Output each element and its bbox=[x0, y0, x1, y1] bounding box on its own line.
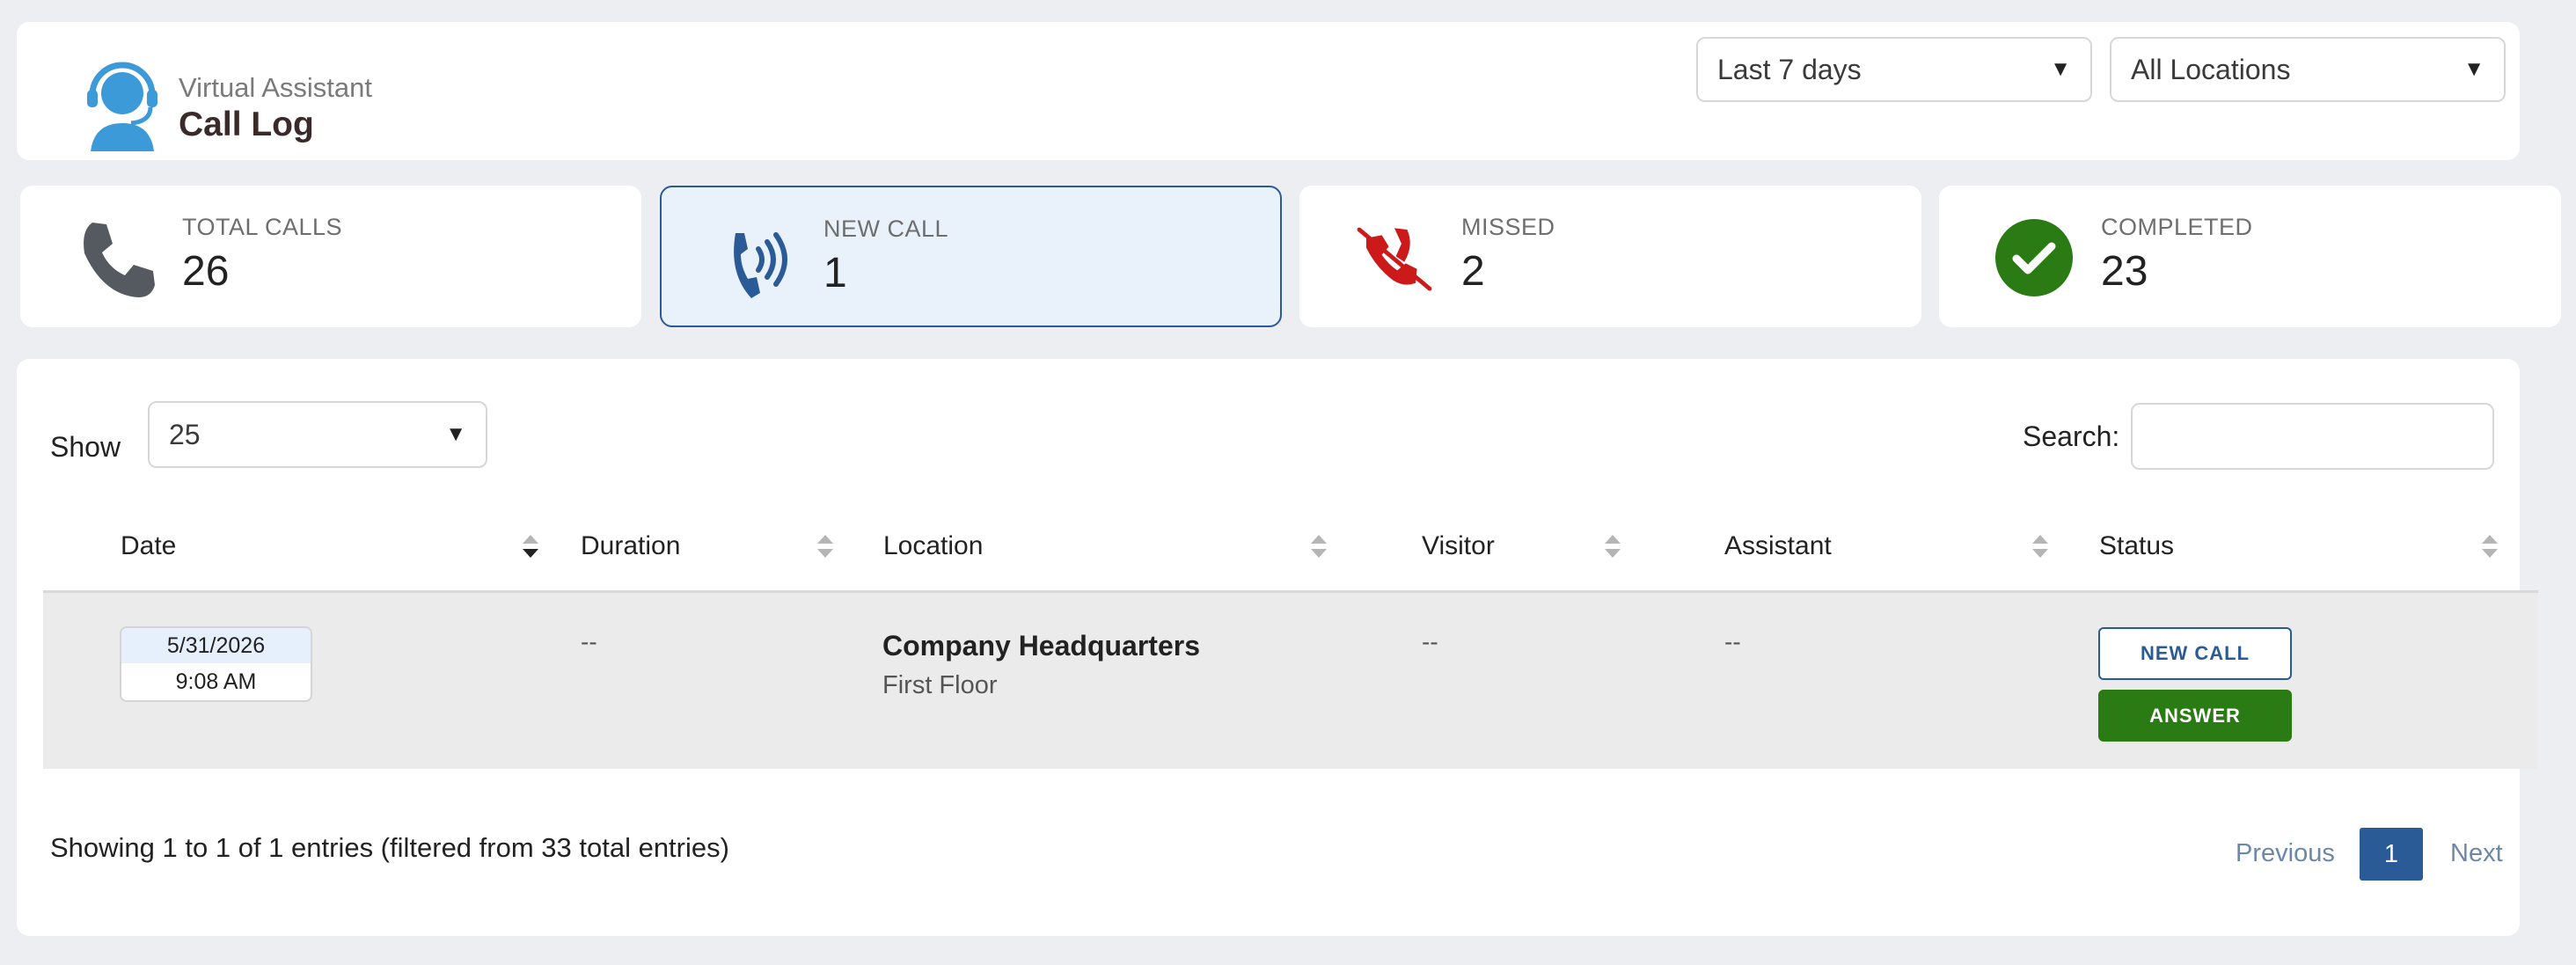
stat-card-completed[interactable]: COMPLETED 23 bbox=[1939, 186, 2561, 327]
stat-label: COMPLETED bbox=[2101, 214, 2253, 240]
call-log-table-card: Show 25 ▼ Search: Date Duration Location… bbox=[17, 359, 2538, 936]
column-header-status[interactable]: Status bbox=[2099, 531, 2174, 561]
new-call-status-button[interactable]: NEW CALL bbox=[2098, 627, 2292, 680]
duration-cell: -- bbox=[581, 628, 597, 655]
location-name: Company Headquarters bbox=[882, 630, 1200, 662]
stat-label: TOTAL CALLS bbox=[182, 214, 343, 240]
call-date: 5/31/2026 bbox=[121, 628, 311, 663]
ringing-phone-icon bbox=[734, 232, 787, 298]
visitor-cell: -- bbox=[1422, 628, 1438, 655]
date-range-value: Last 7 days bbox=[1717, 53, 1862, 85]
headset-agent-icon bbox=[87, 62, 157, 151]
previous-page-link[interactable]: Previous bbox=[2236, 839, 2335, 868]
missed-call-icon bbox=[1357, 227, 1432, 291]
phone-icon bbox=[84, 223, 155, 297]
app-subtitle: Virtual Assistant bbox=[179, 72, 372, 103]
page-number-current[interactable]: 1 bbox=[2360, 828, 2423, 881]
sort-icon[interactable] bbox=[816, 533, 835, 559]
page-title: Call Log bbox=[179, 106, 314, 143]
column-header-location[interactable]: Location bbox=[883, 531, 983, 561]
table-row[interactable] bbox=[43, 593, 2538, 769]
caret-down-icon: ▼ bbox=[445, 422, 466, 446]
stat-value: 23 bbox=[2101, 248, 2148, 295]
column-header-duration[interactable]: Duration bbox=[581, 531, 680, 561]
caret-down-icon: ▼ bbox=[2463, 57, 2485, 81]
stat-card-new-call[interactable]: NEW CALL 1 bbox=[660, 186, 1282, 327]
date-badge: 5/31/2026 9:08 AM bbox=[120, 626, 312, 702]
column-header-date[interactable]: Date bbox=[121, 531, 176, 561]
check-circle-icon bbox=[1995, 219, 2073, 296]
sort-icon[interactable] bbox=[2031, 533, 2050, 559]
location-value: All Locations bbox=[2131, 53, 2291, 85]
page-size-value: 25 bbox=[169, 418, 201, 450]
stat-value: 26 bbox=[182, 248, 230, 295]
caret-down-icon: ▼ bbox=[2050, 57, 2071, 81]
stat-label: NEW CALL bbox=[823, 216, 949, 242]
stat-value: 1 bbox=[823, 250, 847, 296]
location-floor: First Floor bbox=[882, 671, 998, 699]
entries-info: Showing 1 to 1 of 1 entries (filtered fr… bbox=[50, 832, 729, 863]
column-header-assistant[interactable]: Assistant bbox=[1724, 531, 1832, 561]
column-header-visitor[interactable]: Visitor bbox=[1422, 531, 1495, 561]
call-time: 9:08 AM bbox=[175, 669, 257, 694]
page-size-select[interactable]: 25 ▼ bbox=[148, 401, 487, 468]
sort-desc-icon[interactable] bbox=[521, 533, 540, 559]
answer-button[interactable]: ANSWER bbox=[2098, 690, 2292, 742]
location-select[interactable]: All Locations ▼ bbox=[2110, 37, 2506, 102]
sort-icon[interactable] bbox=[2480, 533, 2499, 559]
stat-card-missed[interactable]: MISSED 2 bbox=[1299, 186, 1921, 327]
show-label: Show bbox=[50, 431, 121, 463]
assistant-cell: -- bbox=[1724, 628, 1741, 655]
sort-icon[interactable] bbox=[1309, 533, 1328, 559]
stat-card-total-calls[interactable]: TOTAL CALLS 26 bbox=[20, 186, 641, 327]
stat-value: 2 bbox=[1461, 248, 1485, 295]
next-page-link[interactable]: Next bbox=[2450, 839, 2503, 868]
stat-label: MISSED bbox=[1461, 214, 1555, 240]
search-label: Search: bbox=[2023, 420, 2120, 452]
sort-icon[interactable] bbox=[1603, 533, 1622, 559]
date-range-select[interactable]: Last 7 days ▼ bbox=[1696, 37, 2092, 102]
search-input[interactable] bbox=[2131, 403, 2494, 470]
